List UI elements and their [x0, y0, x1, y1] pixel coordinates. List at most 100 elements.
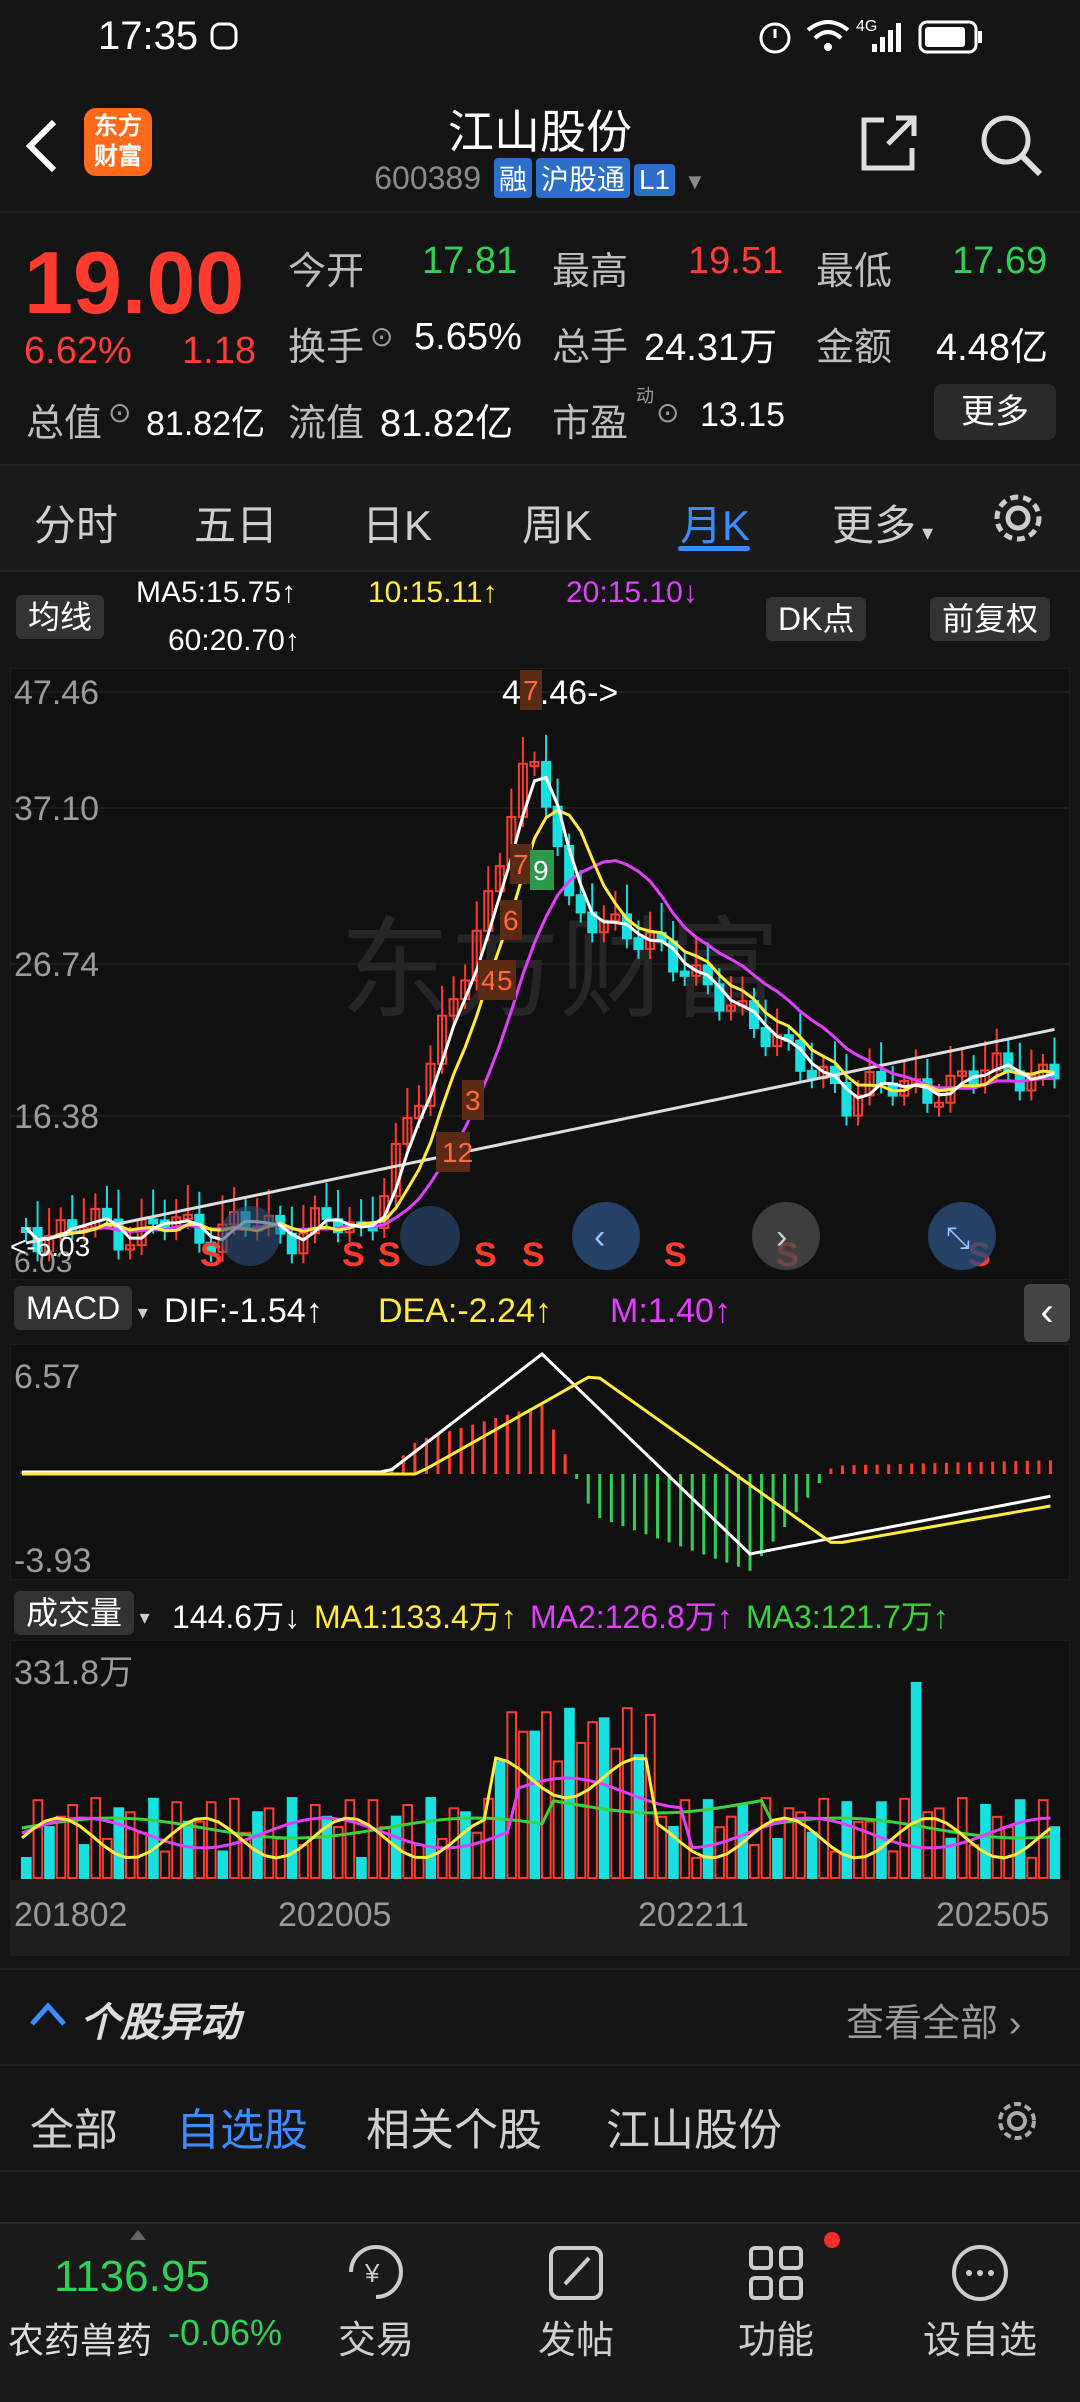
share-icon[interactable]	[858, 112, 920, 174]
notification-dot	[824, 2232, 840, 2248]
volume-bar	[1049, 1826, 1061, 1879]
max-label: 47.46->	[502, 674, 618, 712]
tab-timeshare[interactable]: 分时	[34, 492, 118, 553]
wifi-icon	[806, 20, 850, 51]
ma60-value: 60:20.70↑	[168, 624, 300, 657]
nav-trade[interactable]: ¥ 交易	[276, 2224, 476, 2364]
scroll-left-button[interactable]	[572, 1202, 640, 1270]
signal-icon	[872, 23, 901, 52]
svg-text:‹: ‹	[594, 1218, 605, 1256]
battery-icon	[918, 20, 982, 54]
subtab-all[interactable]: 全部	[30, 2094, 118, 2158]
volume-bar	[564, 1707, 575, 1879]
volume-bar	[633, 1754, 645, 1879]
volume-bar	[44, 1826, 55, 1879]
nav-post[interactable]: 发帖	[476, 2224, 676, 2364]
marker: 3	[465, 1085, 481, 1116]
svg-text:S: S	[378, 1236, 401, 1274]
volume-bar	[529, 1730, 541, 1879]
macd-chart[interactable]: 6.57 -3.93	[10, 1344, 1070, 1580]
mktcap-value: 81.82亿	[146, 405, 266, 443]
volume-value: 24.31万	[644, 327, 778, 369]
alert-filter-tabs: 全部 自选股 相关个股 江山股份	[0, 2064, 1080, 2172]
turnover-label: 换手	[288, 327, 365, 369]
pe-label: 市盈	[552, 403, 629, 445]
volume-bar	[772, 1837, 783, 1880]
tag-connect: 沪股通	[535, 158, 630, 198]
subtab-this-stock[interactable]: 江山股份	[606, 2094, 782, 2158]
y-tick: 47.46	[14, 674, 99, 712]
macd-y-top: 6.57	[14, 1358, 80, 1396]
macd-y-bottom: -3.93	[14, 1542, 92, 1580]
section-title: 个股异动	[80, 2001, 240, 2045]
tab-more[interactable]: 更多 ▾	[832, 492, 933, 553]
alarm-icon	[759, 22, 791, 54]
volume-chart[interactable]: 331.8万 201802 202005 202211 202505	[10, 1640, 1070, 1956]
nav-functions[interactable]: 功能	[676, 2224, 876, 2364]
volume-bar	[356, 1856, 367, 1880]
chevron-up-icon[interactable]	[28, 1998, 68, 2028]
index-value: 1136.95	[54, 2252, 210, 2301]
bottom-nav: 1136.95 农药兽药 -0.06% ¥ 交易 发帖 功能 设自选	[0, 2222, 1080, 2402]
x-tick: 202505	[936, 1896, 1049, 1934]
tab-weekly-k[interactable]: 周K	[522, 492, 592, 553]
volume-bar	[598, 1717, 610, 1880]
volume-label: 总手	[552, 327, 629, 369]
dk-point-button[interactable]: DK点	[766, 594, 867, 641]
ma20-value: 20:15.10↓	[566, 576, 698, 609]
open-label: 今开	[288, 251, 365, 293]
info-icon[interactable]: ⊙	[370, 320, 393, 353]
y-tick: 37.10	[14, 790, 99, 828]
collapse-panel-button[interactable]: ‹	[1024, 1284, 1070, 1342]
volume-bar	[841, 1801, 853, 1879]
macd-dif: DIF:-1.54↑	[164, 1292, 323, 1330]
macd-selector[interactable]: MACD ▾	[14, 1286, 148, 1330]
candle-body	[321, 1207, 332, 1221]
min-label: <-6.03	[10, 1231, 90, 1262]
float-value: 81.82亿	[380, 403, 514, 445]
ma-selector[interactable]: 均线	[16, 592, 105, 639]
high-value: 19.51	[688, 240, 784, 282]
dropdown-icon[interactable]: ▼	[684, 169, 706, 194]
more-quote-button[interactable]: 更多	[934, 384, 1056, 440]
volume-selector[interactable]: 成交量 ▾	[14, 1588, 150, 1635]
info-icon[interactable]: ⊙	[108, 396, 131, 429]
y-tick: 16.38	[14, 1098, 99, 1136]
view-all-link[interactable]: 查看全部 ›	[846, 1992, 1021, 2047]
subtab-watchlist[interactable]: 自选股	[176, 2094, 308, 2158]
candle-body	[806, 1069, 817, 1080]
marker: 5	[497, 965, 513, 996]
marker: 6	[503, 905, 519, 936]
current-price: 19.00	[24, 233, 245, 332]
pe-value: 13.15	[700, 396, 786, 434]
nav-add-watchlist[interactable]: 设自选	[880, 2224, 1080, 2364]
index-name: 农药兽药	[8, 2320, 153, 2361]
tab-monthly-k[interactable]: 月K	[680, 492, 750, 553]
hand-icon	[210, 22, 238, 50]
tab-daily-k[interactable]: 日K	[362, 492, 432, 553]
low-value: 17.69	[952, 240, 1048, 282]
subtab-related[interactable]: 相关个股	[366, 2094, 542, 2158]
search-icon[interactable]	[976, 110, 1046, 180]
marker: 7	[523, 675, 539, 706]
x-tick: 201802	[14, 1896, 127, 1934]
alerts-section-header: 个股异动 查看全部 ›	[0, 1968, 1080, 2066]
candle-body	[1003, 1052, 1014, 1073]
svg-text:S: S	[522, 1236, 545, 1274]
float-label: 流值	[288, 403, 365, 445]
settings-icon[interactable]	[994, 2098, 1040, 2144]
marker: 9	[533, 855, 549, 886]
volume-bar	[806, 1831, 818, 1879]
svg-text:›: ›	[776, 1218, 787, 1256]
macd-dea: DEA:-2.24↑	[378, 1292, 552, 1330]
candle-body	[679, 970, 690, 977]
ma10-value: 10:15.11↑	[368, 576, 498, 609]
kline-chart[interactable]: 东方财富 47.46 37.10 26.74 16.38 6.03 47.46-…	[10, 668, 1070, 1280]
index-ticker[interactable]: 1136.95 农药兽药 -0.06%	[0, 2224, 290, 2402]
tab-five-day[interactable]: 五日	[194, 492, 278, 553]
info-icon[interactable]: ⊙	[656, 396, 679, 429]
volume-bar	[182, 1820, 194, 1880]
adjust-button[interactable]: 前复权	[930, 594, 1051, 641]
settings-icon[interactable]	[990, 490, 1046, 546]
index-change: -0.06%	[168, 2312, 283, 2353]
